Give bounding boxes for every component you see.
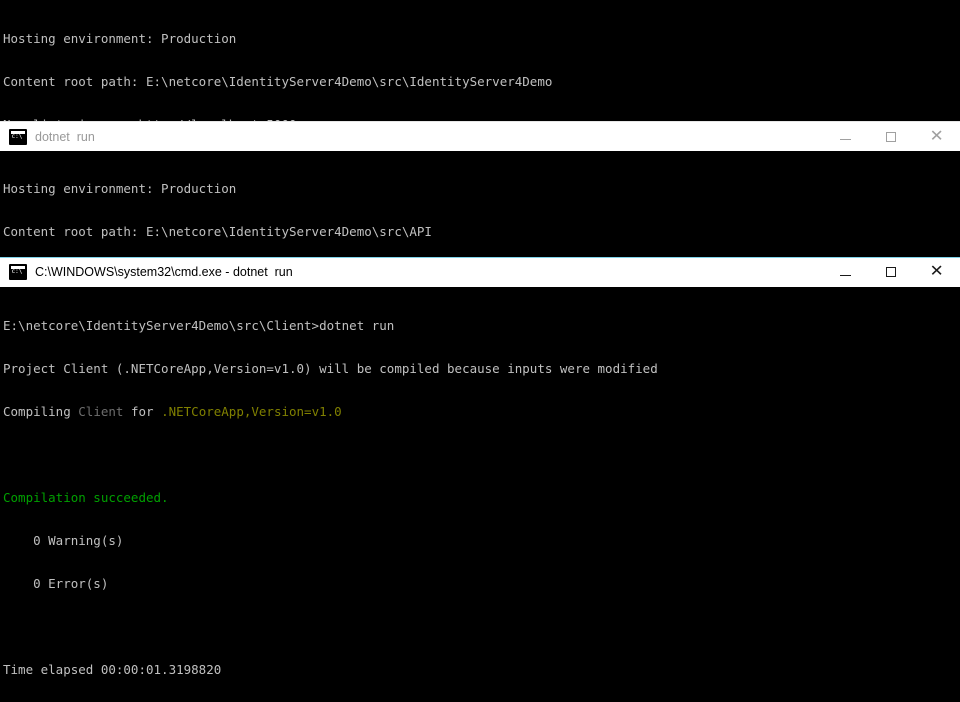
api-console-output: Hosting environment: Production Content …: [0, 151, 960, 259]
compilation-succeeded-line: Compilation succeeded.: [3, 489, 169, 505]
console-line: 0 Error(s): [3, 575, 109, 591]
api-console-title: dotnet run: [35, 129, 95, 144]
framework-token: .NETCoreApp,Version=v1.0: [161, 403, 342, 419]
console-line-time-elapsed: Time elapsed 00:00:01.3198820: [3, 661, 222, 677]
console-line-compiling: Compiling Client for .NETCoreApp,Version…: [3, 403, 960, 419]
console-line-blank: [3, 620, 960, 634]
compiling-prefix: Compiling: [3, 403, 79, 419]
console-line: Content root path: E:\netcore\IdentitySe…: [3, 223, 432, 239]
compiling-for: for: [123, 403, 162, 419]
cmd-icon: [9, 264, 27, 280]
api-console-titlebar[interactable]: dotnet run ✕: [0, 122, 960, 151]
console-line: Project Client (.NETCoreApp,Version=v1.0…: [3, 360, 658, 376]
close-button[interactable]: ✕: [914, 122, 960, 151]
console-line: Hosting environment: Production: [3, 30, 237, 46]
client-console-title: C:\WINDOWS\system32\cmd.exe - dotnet run: [35, 265, 293, 279]
identityserver-console-output: Hosting environment: Production Content …: [0, 0, 960, 121]
console-line: Hosting environment: Production: [3, 180, 237, 196]
client-token: Client: [78, 403, 124, 419]
client-console-titlebar[interactable]: C:\WINDOWS\system32\cmd.exe - dotnet run…: [0, 258, 960, 287]
console-line-prompt: E:\netcore\IdentityServer4Demo\src\Clien…: [3, 317, 395, 333]
close-button[interactable]: ✕: [914, 258, 960, 287]
minimize-button[interactable]: [822, 258, 868, 287]
minimize-button[interactable]: [822, 122, 868, 151]
client-console-output: E:\netcore\IdentityServer4Demo\src\Clien…: [0, 287, 960, 702]
api-console-window[interactable]: dotnet run ✕ Hosting environment: Produc…: [0, 121, 960, 259]
maximize-button[interactable]: [868, 122, 914, 151]
identityserver-console-window[interactable]: Hosting environment: Production Content …: [0, 0, 960, 121]
client-console-window[interactable]: C:\WINDOWS\system32\cmd.exe - dotnet run…: [0, 257, 960, 702]
console-line: 0 Warning(s): [3, 532, 124, 548]
console-line-blank: [3, 448, 960, 462]
cmd-icon: [9, 128, 27, 145]
maximize-button[interactable]: [868, 258, 914, 287]
console-line: Content root path: E:\netcore\IdentitySe…: [3, 73, 553, 89]
